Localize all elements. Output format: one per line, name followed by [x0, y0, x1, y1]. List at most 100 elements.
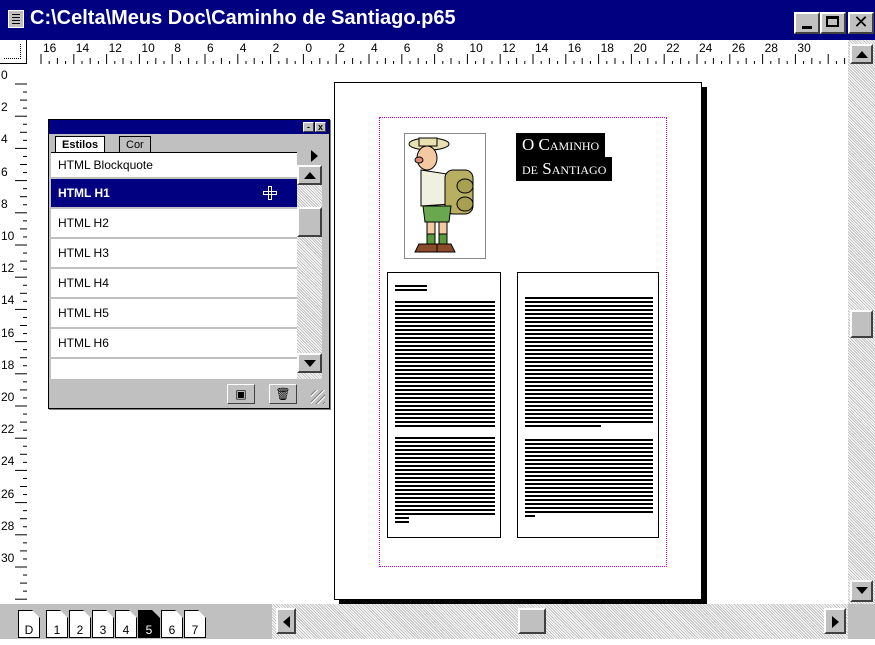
greeked-paragraph: [525, 439, 653, 515]
ruler-label: 24: [1, 454, 15, 469]
ruler-label: 28: [764, 41, 778, 55]
greeked-heading: [395, 285, 427, 291]
style-item-h3[interactable]: HTML H3: [51, 239, 297, 269]
ruler-origin[interactable]: [0, 40, 27, 64]
style-item-h4[interactable]: HTML H4: [51, 269, 297, 299]
style-item-h1[interactable]: HTML H1: [51, 179, 297, 209]
vertical-ruler[interactable]: 0 2 4 6 8 10 12 14 16 18 20 22 24 26 28 30: [0, 64, 28, 604]
tab-cor[interactable]: Cor: [119, 136, 151, 152]
ruler-label: 12: [1, 261, 15, 276]
style-item-h5[interactable]: HTML H5: [51, 299, 297, 329]
greeked-line: [525, 515, 535, 519]
app-icon[interactable]: [8, 10, 24, 28]
style-item-h2[interactable]: HTML H2: [51, 209, 297, 239]
horizontal-scroll-thumb[interactable]: [518, 608, 546, 634]
maximize-button[interactable]: [820, 12, 846, 34]
horizontal-scrollbar[interactable]: [272, 604, 848, 639]
ruler-label: 16: [567, 41, 582, 55]
ruler-label: 10: [469, 41, 483, 55]
document-title-block[interactable]: O Caminho de Santiago: [516, 133, 613, 181]
styles-list-scrollbar[interactable]: [297, 165, 322, 379]
palette-close-button[interactable]: x: [315, 122, 326, 132]
horizontal-ruler[interactable]: 16 14 12 10 8 6 4 2 0 2 4 6 8 10 12 14 16 18 20 22 24 26 28 30: [27, 40, 848, 65]
greeked-line: [395, 517, 409, 523]
style-item-h6[interactable]: HTML H6: [51, 329, 297, 359]
close-icon: x: [317, 122, 323, 132]
ruler-label: 12: [502, 41, 516, 55]
greeked-paragraph: [395, 437, 495, 517]
close-icon: ✕: [853, 12, 869, 33]
scroll-down-icon: [304, 360, 316, 367]
ruler-label: 20: [1, 390, 15, 404]
palette-menu-button[interactable]: -: [303, 122, 314, 132]
ruler-label: 6: [1, 164, 8, 179]
page-number-label: 2: [76, 623, 84, 637]
page-icon-6[interactable]: 6: [161, 610, 183, 638]
pilgrim-illustration[interactable]: [404, 133, 486, 259]
ruler-label: 4: [1, 132, 8, 147]
page-number-label: 3: [99, 623, 107, 637]
document-title-line-1: O Caminho: [516, 133, 606, 157]
title-bar[interactable]: C:\Celta\Meus Doc\Caminho de Santiago.p6…: [0, 0, 875, 40]
ruler-label: 18: [1, 357, 15, 372]
list-scroll-down-button[interactable]: [297, 353, 322, 373]
resize-grip[interactable]: [311, 390, 325, 404]
ruler-label: 18: [600, 41, 614, 55]
styles-list: HTML Blockquote HTML H1 HTML H2 HTML H3 …: [51, 152, 297, 379]
ruler-label: 2: [338, 41, 345, 55]
app-window: C:\Celta\Meus Doc\Caminho de Santiago.p6…: [0, 0, 875, 639]
delete-style-button[interactable]: 🗑: [269, 384, 297, 404]
pilgrim-image: [408, 137, 474, 253]
ruler-label: 2: [1, 100, 8, 115]
ruler-label: 6: [403, 41, 411, 55]
text-column-right[interactable]: [517, 272, 659, 538]
greeked-line: [525, 425, 601, 429]
styles-palette[interactable]: - x Estilos Cor HTML Blockquote HTML H1 …: [48, 119, 330, 409]
vertical-scroll-thumb[interactable]: [850, 310, 873, 338]
ruler-label: 24: [699, 41, 713, 55]
ruler-label: 0: [1, 68, 8, 82]
palette-footer: ▣ 🗑: [51, 382, 327, 406]
page-number-label: 6: [168, 623, 176, 637]
scroll-down-button[interactable]: [850, 580, 873, 602]
vertical-scrollbar[interactable]: [848, 40, 875, 604]
list-scroll-up-button[interactable]: [297, 165, 322, 185]
list-scroll-thumb[interactable]: [297, 207, 322, 237]
scroll-right-button[interactable]: [824, 608, 846, 634]
palette-title-bar[interactable]: - x: [49, 120, 329, 134]
ruler-label: 16: [1, 325, 15, 340]
window-title: C:\Celta\Meus Doc\Caminho de Santiago.p6…: [30, 7, 456, 29]
scroll-up-button[interactable]: [850, 44, 873, 64]
tab-estilos[interactable]: Estilos: [55, 136, 106, 152]
page-number-label: 1: [53, 623, 61, 637]
ruler-label: 8: [436, 41, 444, 55]
ruler-label: 28: [1, 518, 15, 533]
ruler-label: 22: [666, 41, 680, 55]
page-icon-4[interactable]: 4: [115, 610, 137, 638]
master-page-icon[interactable]: D: [18, 610, 40, 638]
document-title-line-2: de Santiago: [516, 157, 613, 181]
page-icon-2[interactable]: 2: [69, 610, 91, 638]
page-number-label: 5: [145, 623, 153, 637]
trash-icon: 🗑: [275, 387, 291, 401]
text-column-left[interactable]: [387, 272, 501, 538]
close-button[interactable]: ✕: [848, 12, 874, 34]
tab-arrow-icon[interactable]: [311, 150, 318, 162]
scroll-right-icon: [832, 616, 839, 628]
page-icon-7[interactable]: 7: [184, 610, 206, 638]
style-item-blockquote[interactable]: HTML Blockquote: [51, 153, 297, 179]
page-icon-1[interactable]: 1: [46, 610, 68, 638]
new-style-button[interactable]: ▣: [227, 384, 255, 404]
ruler-label: 26: [1, 486, 15, 501]
scroll-up-icon: [304, 172, 316, 179]
ruler-label: 0: [305, 41, 313, 55]
ruler-label: 6: [207, 41, 214, 55]
style-item-label: HTML H1: [58, 186, 110, 200]
page-number-label: 4: [122, 623, 130, 637]
page-icon-3[interactable]: 3: [92, 610, 114, 638]
new-style-icon: ▣: [235, 387, 247, 401]
scroll-left-button[interactable]: [276, 608, 296, 634]
page-icon-5[interactable]: 5: [138, 610, 160, 638]
plus-cursor-icon: [263, 186, 277, 200]
minimize-button[interactable]: [794, 12, 820, 34]
